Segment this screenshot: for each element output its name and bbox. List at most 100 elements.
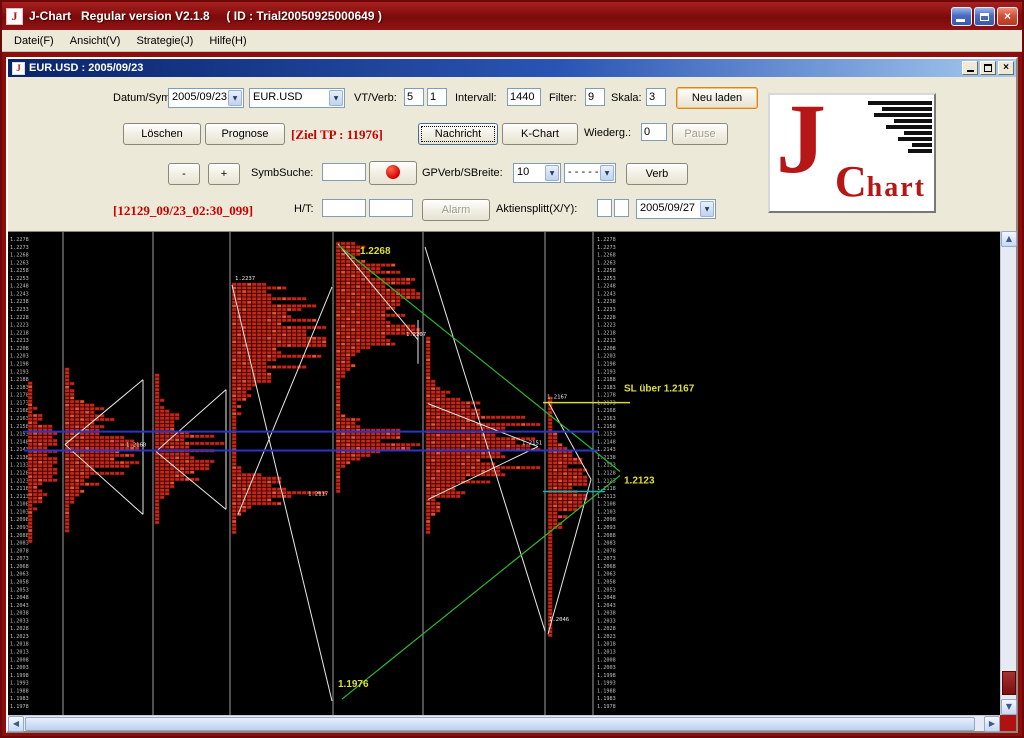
logo-j: J — [776, 93, 826, 196]
pause-button: Pause — [672, 123, 728, 145]
svg-text:1.2218: 1.2218 — [10, 330, 29, 336]
svg-text:1.2008: 1.2008 — [10, 657, 29, 663]
svg-text:1.1983: 1.1983 — [597, 696, 616, 702]
svg-text:1.2028: 1.2028 — [10, 626, 29, 632]
minimize-button[interactable] — [951, 7, 972, 26]
neu-laden-button[interactable]: Neu laden — [676, 87, 758, 109]
symbsuche-input[interactable] — [322, 163, 366, 181]
split-y-input[interactable] — [614, 199, 629, 217]
svg-text:1.2108: 1.2108 — [597, 502, 616, 508]
zoom-in-button[interactable]: + — [208, 163, 240, 185]
child-minimize-button[interactable] — [962, 61, 978, 75]
svg-text:1.2193: 1.2193 — [597, 369, 616, 375]
chevron-down-icon[interactable]: ▼ — [600, 165, 614, 181]
symbol-combo[interactable]: EUR.USD▼ — [249, 88, 345, 108]
chart-canvas[interactable]: 1.22781.22781.22731.22731.22681.22681.22… — [8, 231, 1000, 715]
svg-text:1.2263: 1.2263 — [10, 260, 29, 266]
loeschen-button[interactable]: Löschen — [123, 123, 201, 145]
zoom-out-button[interactable]: - — [168, 163, 200, 185]
svg-text:1.2038: 1.2038 — [10, 611, 29, 617]
symbsuche-label: SymbSuche: — [251, 167, 313, 179]
svg-text:1.2068: 1.2068 — [597, 564, 616, 570]
svg-text:1.1983: 1.1983 — [10, 696, 29, 702]
svg-text:1.2098: 1.2098 — [10, 517, 29, 523]
svg-text:1.2063: 1.2063 — [10, 572, 29, 578]
svg-text:1.2238: 1.2238 — [597, 299, 616, 305]
svg-text:1.1998: 1.1998 — [597, 673, 616, 679]
svg-text:1.2183: 1.2183 — [10, 385, 29, 391]
hoch-input[interactable] — [322, 199, 366, 217]
ht-label: H/T: — [294, 203, 314, 215]
child-maximize-button[interactable] — [980, 61, 996, 75]
tief-input[interactable] — [369, 199, 413, 217]
svg-text:1.2103: 1.2103 — [10, 509, 29, 515]
scroll-right-button[interactable]: ▶ — [984, 716, 1000, 732]
svg-text:1.2138: 1.2138 — [10, 455, 29, 461]
horizontal-scrollbar[interactable]: ◀ ▶ — [8, 715, 1000, 731]
scroll-left-button[interactable]: ◀ — [8, 716, 24, 732]
vertical-scroll-thumb[interactable] — [1002, 671, 1016, 695]
scroll-down-button[interactable]: ▼ — [1001, 699, 1017, 715]
vt-input[interactable] — [404, 88, 424, 106]
vertical-scrollbar[interactable]: ▲ ▼ — [1000, 231, 1016, 715]
child-close-button[interactable]: × — [998, 61, 1014, 75]
svg-text:1.2018: 1.2018 — [10, 642, 29, 648]
svg-text:1.2238: 1.2238 — [10, 299, 29, 305]
split-x-input[interactable] — [597, 199, 612, 217]
chevron-down-icon[interactable]: ▼ — [700, 201, 714, 217]
restore-button[interactable] — [974, 7, 995, 26]
svg-text:1.2088: 1.2088 — [10, 533, 29, 539]
filter-input[interactable] — [585, 88, 605, 106]
svg-text:1.2058: 1.2058 — [597, 579, 616, 585]
ziel-tp-text: [Ziel TP : 11976] — [291, 127, 383, 143]
horizontal-scroll-thumb[interactable] — [25, 717, 975, 731]
intervall-input[interactable] — [507, 88, 541, 106]
intervall-label: Intervall: — [455, 92, 497, 104]
verb-button[interactable]: Verb — [626, 163, 688, 185]
wiederg-input[interactable] — [641, 123, 667, 141]
logo-profile-bars-icon — [844, 101, 932, 153]
svg-text:1.2053: 1.2053 — [597, 587, 616, 593]
nachricht-button[interactable]: Nachricht — [418, 123, 498, 145]
svg-text:1.1988: 1.1988 — [10, 688, 29, 694]
svg-text:1.2078: 1.2078 — [597, 548, 616, 554]
svg-text:1.2158: 1.2158 — [597, 424, 616, 430]
svg-text:1.2073: 1.2073 — [10, 556, 29, 562]
gpverb-combo[interactable]: 10▼ — [513, 163, 561, 183]
skala-input[interactable] — [646, 88, 666, 106]
svg-text:1.2248: 1.2248 — [10, 284, 29, 290]
svg-text:1.2128: 1.2128 — [597, 471, 616, 477]
date-combo[interactable]: 2005/09/23▼ — [168, 88, 244, 108]
line-style-combo[interactable]: - - - - -▼ — [564, 163, 616, 183]
prognose-button[interactable]: Prognose — [205, 123, 285, 145]
verb-count-input[interactable] — [427, 88, 447, 106]
svg-text:1.2113: 1.2113 — [597, 494, 616, 500]
svg-text:1.2028: 1.2028 — [597, 626, 616, 632]
svg-text:1.2193: 1.2193 — [10, 369, 29, 375]
close-button[interactable]: × — [997, 7, 1018, 26]
maximize-icon — [984, 64, 992, 72]
record-button[interactable] — [369, 161, 417, 185]
menu-strategie[interactable]: Strategie(J) — [128, 33, 201, 49]
filter-label: Filter: — [549, 92, 577, 104]
chevron-down-icon[interactable]: ▼ — [329, 90, 343, 106]
menu-datei[interactable]: Datei(F) — [6, 33, 62, 49]
svg-text:1.2163: 1.2163 — [597, 416, 616, 422]
svg-text:1.2083: 1.2083 — [597, 541, 616, 547]
svg-text:1.2118: 1.2118 — [10, 486, 29, 492]
svg-text:1.2093: 1.2093 — [10, 525, 29, 531]
svg-text:1.2273: 1.2273 — [10, 245, 29, 251]
split-date-combo[interactable]: 2005/09/27▼ — [636, 199, 716, 219]
scroll-up-button[interactable]: ▲ — [1001, 231, 1017, 247]
svg-text:1.1993: 1.1993 — [10, 681, 29, 687]
svg-text:1.2033: 1.2033 — [597, 618, 616, 624]
menu-ansicht[interactable]: Ansicht(V) — [62, 33, 129, 49]
k-chart-button[interactable]: K-Chart — [502, 123, 578, 145]
svg-text:1.2046: 1.2046 — [549, 617, 569, 623]
svg-text:SL über 1.2167: SL über 1.2167 — [624, 384, 695, 395]
chevron-down-icon[interactable]: ▼ — [545, 165, 559, 181]
svg-text:1.2128: 1.2128 — [10, 471, 29, 477]
menu-hilfe[interactable]: Hilfe(H) — [201, 33, 254, 49]
chevron-down-icon[interactable]: ▼ — [228, 90, 242, 106]
chart-window: J EUR.USD : 2005/09/23 × Datum/Symb : 20… — [6, 57, 1018, 733]
